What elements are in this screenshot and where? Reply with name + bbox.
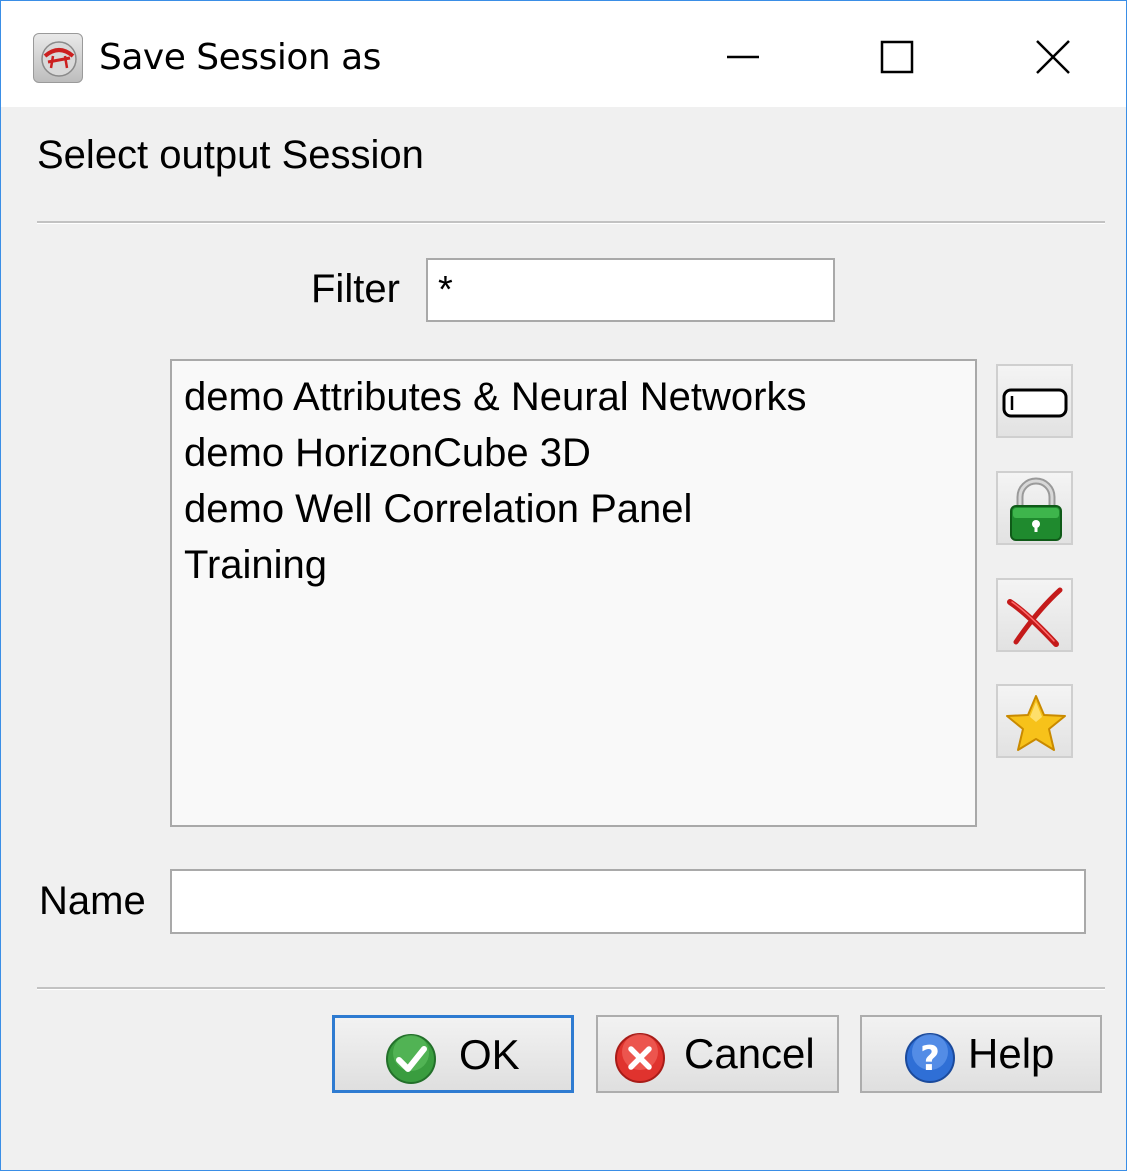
name-label: Name (39, 879, 146, 923)
help-button[interactable]: ? Help (860, 1015, 1102, 1093)
minimize-button[interactable] (711, 25, 775, 89)
cancel-label: Cancel (684, 1030, 815, 1077)
filter-input[interactable] (426, 258, 835, 322)
lock-icon (1010, 477, 1062, 541)
cancel-icon (614, 1032, 666, 1084)
delete-icon (1007, 587, 1063, 647)
list-item[interactable]: demo Well Correlation Panel (184, 481, 975, 537)
rename-button[interactable] (996, 364, 1073, 438)
help-label: Help (968, 1030, 1055, 1077)
close-button[interactable] (1021, 25, 1085, 89)
divider (37, 987, 1105, 990)
ok-button[interactable]: OK (332, 1015, 574, 1093)
list-item[interactable]: Training (184, 537, 975, 593)
title-bar[interactable]: Save Session as (1, 1, 1126, 107)
window-title: Save Session as (99, 37, 381, 78)
ok-label: OK (459, 1031, 520, 1078)
favorite-button[interactable] (996, 684, 1073, 758)
svg-text:?: ? (920, 1039, 940, 1079)
checkmark-icon (385, 1033, 437, 1085)
list-item[interactable]: demo Attributes & Neural Networks (184, 369, 975, 425)
session-list[interactable]: demo Attributes & Neural Networks demo H… (170, 359, 977, 827)
lock-button[interactable] (996, 471, 1073, 545)
name-input[interactable] (170, 869, 1086, 934)
app-logo-icon (33, 33, 83, 83)
maximize-button[interactable] (865, 25, 929, 89)
maximize-icon (880, 40, 914, 74)
filter-label: Filter (311, 267, 400, 311)
divider (37, 221, 1105, 224)
list-item[interactable]: demo HorizonCube 3D (184, 425, 975, 481)
save-session-dialog: Save Session as Select output Session Fi… (0, 0, 1127, 1171)
help-icon: ? (904, 1032, 956, 1084)
star-icon (1006, 695, 1066, 751)
cancel-button[interactable]: Cancel (596, 1015, 839, 1093)
close-icon (1036, 40, 1070, 74)
rename-icon (1002, 388, 1068, 418)
delete-button[interactable] (996, 578, 1073, 652)
dialog-heading: Select output Session (37, 133, 424, 177)
minimize-icon (727, 55, 759, 59)
